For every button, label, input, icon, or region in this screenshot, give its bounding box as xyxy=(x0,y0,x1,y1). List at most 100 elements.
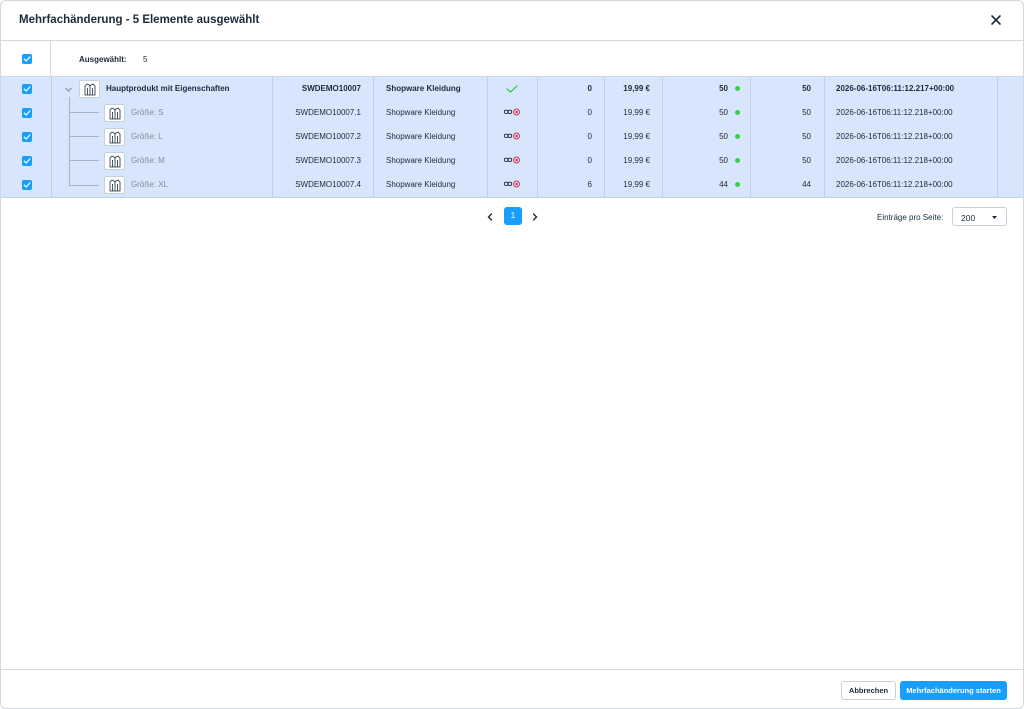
stock: 50 xyxy=(719,108,728,117)
inherit-off-icon xyxy=(504,156,520,164)
available-stock: 50 xyxy=(802,84,811,93)
table-row[interactable]: Größe: L SWDEMO10007.2 Shopware Kleidung… xyxy=(1,125,1023,149)
available-stock: 50 xyxy=(802,132,811,141)
column-divider xyxy=(750,77,751,197)
product-name[interactable]: Hauptprodukt mit Eigenschaften xyxy=(106,84,230,94)
checkbox-check-icon xyxy=(23,134,31,140)
per-page-select[interactable]: 200 xyxy=(952,207,1007,226)
modal-title: Mehrfachänderung - 5 Elemente ausgewählt xyxy=(19,14,260,26)
bulk-edit-modal: Mehrfachänderung - 5 Elemente ausgewählt… xyxy=(0,0,1024,709)
available-stock: 44 xyxy=(802,180,811,189)
column-divider xyxy=(662,77,663,197)
stock: 50 xyxy=(719,84,728,93)
select-all-cell xyxy=(1,41,51,77)
product-thumbnail xyxy=(104,152,125,170)
modal-footer: Abbrechen Mehrfachänderung starten xyxy=(1,669,1023,708)
product-jacket-icon xyxy=(84,83,96,96)
created-date: 2026-06-16T06:11:12.218+00:00 xyxy=(836,156,953,165)
selected-count: 5 xyxy=(143,55,148,64)
stock: 44 xyxy=(719,180,728,189)
modal-header: Mehrfachänderung - 5 Elemente ausgewählt xyxy=(1,1,1023,41)
product-thumbnail xyxy=(104,128,125,146)
product-number: SWDEMO10007.1 xyxy=(295,108,361,117)
manufacturer: Shopware Kleidung xyxy=(386,180,456,189)
stock-a: 0 xyxy=(587,84,592,93)
cancel-button[interactable]: Abbrechen xyxy=(841,681,896,700)
close-button[interactable] xyxy=(989,13,1003,27)
tree-line xyxy=(69,97,70,185)
column-divider xyxy=(824,77,825,197)
manufacturer: Shopware Kleidung xyxy=(386,132,456,141)
stock-status-dot xyxy=(735,182,740,187)
stock-status-dot xyxy=(735,86,740,91)
variant-name[interactable]: Größe: M xyxy=(131,156,165,166)
checkbox-check-icon xyxy=(23,86,31,92)
manufacturer: Shopware Kleidung xyxy=(386,108,456,117)
table-row[interactable]: Größe: M SWDEMO10007.3 Shopware Kleidung… xyxy=(1,149,1023,173)
price: 19,99 € xyxy=(623,132,650,141)
inherit-off-icon xyxy=(504,132,520,140)
row-checkbox[interactable] xyxy=(22,132,32,142)
price: 19,99 € xyxy=(623,180,650,189)
row-checkbox[interactable] xyxy=(22,84,32,94)
table-row[interactable]: Größe: S SWDEMO10007.1 Shopware Kleidung… xyxy=(1,101,1023,125)
inherit-off-icon xyxy=(504,180,520,188)
tree-line xyxy=(69,185,99,186)
stock-a: 0 xyxy=(587,156,592,165)
stock: 50 xyxy=(719,132,728,141)
chevron-left-icon[interactable] xyxy=(485,212,495,222)
stock: 50 xyxy=(719,156,728,165)
chevron-down-icon[interactable] xyxy=(64,85,73,94)
checkbox-check-icon xyxy=(23,56,31,62)
price: 19,99 € xyxy=(623,156,650,165)
stock-a: 0 xyxy=(587,132,592,141)
chevron-down-icon xyxy=(992,216,997,219)
created-date: 2026-06-16T06:11:12.217+00:00 xyxy=(836,84,955,93)
tree-line xyxy=(69,136,99,137)
checkbox-check-icon xyxy=(23,110,31,116)
chevron-right-icon[interactable] xyxy=(530,212,540,222)
column-divider xyxy=(487,77,488,197)
available-stock: 50 xyxy=(802,108,811,117)
per-page-label: Einträge pro Seite: xyxy=(877,213,944,222)
column-divider xyxy=(272,77,273,197)
checkbox-check-icon xyxy=(23,158,31,164)
page-button-current[interactable]: 1 xyxy=(504,207,522,225)
table-row[interactable]: Größe: XL SWDEMO10007.4 Shopware Kleidun… xyxy=(1,173,1023,197)
product-jacket-icon xyxy=(109,131,121,144)
column-divider xyxy=(373,77,374,197)
product-thumbnail xyxy=(104,104,125,122)
checkbox-check-icon xyxy=(23,182,31,188)
row-checkbox[interactable] xyxy=(22,180,32,190)
variant-name[interactable]: Größe: L xyxy=(131,132,163,142)
column-divider xyxy=(51,77,52,197)
product-jacket-icon xyxy=(109,179,121,192)
select-all-checkbox[interactable] xyxy=(22,54,32,64)
check-icon xyxy=(506,85,518,93)
tree-line xyxy=(69,112,99,113)
selected-label: Ausgewählt: xyxy=(79,55,127,64)
start-bulk-edit-button[interactable]: Mehrfachänderung starten xyxy=(900,681,1007,700)
created-date: 2026-06-16T06:11:12.218+00:00 xyxy=(836,132,953,141)
stock-status-dot xyxy=(735,158,740,163)
product-grid: Hauptprodukt mit Eigenschaften SWDEMO100… xyxy=(1,77,1023,198)
created-date: 2026-06-16T06:11:12.218+00:00 xyxy=(836,180,953,189)
manufacturer: Shopware Kleidung xyxy=(386,84,461,93)
available-stock: 50 xyxy=(802,156,811,165)
product-number: SWDEMO10007.2 xyxy=(295,132,361,141)
product-thumbnail xyxy=(79,80,100,98)
product-number: SWDEMO10007 xyxy=(301,84,361,93)
created-date: 2026-06-16T06:11:12.218+00:00 xyxy=(836,108,953,117)
manufacturer: Shopware Kleidung xyxy=(386,156,456,165)
price: 19,99 € xyxy=(623,84,650,93)
variant-name[interactable]: Größe: S xyxy=(131,108,163,118)
row-checkbox[interactable] xyxy=(22,108,32,118)
stock-a: 0 xyxy=(587,108,592,117)
price: 19,99 € xyxy=(623,108,650,117)
tree-line xyxy=(69,160,99,161)
variant-name[interactable]: Größe: XL xyxy=(131,180,168,190)
close-icon xyxy=(991,15,1001,25)
product-jacket-icon xyxy=(109,155,121,168)
table-row[interactable]: Hauptprodukt mit Eigenschaften SWDEMO100… xyxy=(1,77,1023,101)
row-checkbox[interactable] xyxy=(22,156,32,166)
